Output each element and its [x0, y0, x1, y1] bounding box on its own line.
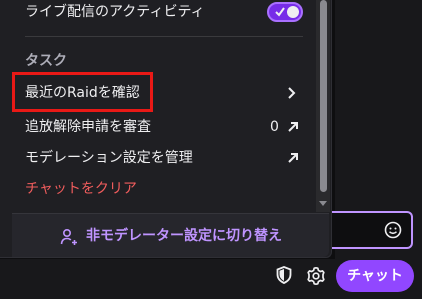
- arrow-up-right-icon[interactable]: [287, 121, 299, 133]
- toggle-knob: [287, 6, 299, 18]
- smiley-icon[interactable]: [384, 221, 402, 239]
- switch-to-non-moderator-label: 非モデレーター設定に切り替え: [86, 228, 282, 244]
- scrollbar-thumb[interactable]: [320, 0, 327, 192]
- menu-item-clear-chat[interactable]: チャットをクリア: [25, 180, 137, 198]
- activity-toggle[interactable]: [267, 2, 303, 22]
- unban-request-count: 0: [270, 119, 279, 135]
- scroll-down-icon[interactable]: [318, 198, 328, 208]
- arrow-up-right-icon[interactable]: [287, 152, 299, 164]
- tasks-heading: タスク: [25, 53, 67, 69]
- activity-toggle-label: ライブ配信のアクティビティ: [25, 4, 205, 20]
- user-swap-icon: [60, 228, 77, 245]
- divider: [25, 36, 303, 37]
- check-icon: [275, 7, 285, 17]
- shield-icon[interactable]: [276, 266, 292, 284]
- chat-panel-background: [335, 0, 422, 299]
- send-chat-button[interactable]: チャット: [336, 260, 414, 292]
- chevron-right-icon[interactable]: [287, 86, 297, 100]
- gear-icon[interactable]: [306, 266, 326, 286]
- menu-item-moderation-settings[interactable]: モデレーション設定を管理: [25, 149, 193, 167]
- switch-to-non-moderator-button[interactable]: 非モデレーター設定に切り替え: [12, 213, 329, 257]
- highlight-box: [12, 72, 153, 112]
- menu-item-unban-requests[interactable]: 追放解除申請を審査: [25, 118, 151, 136]
